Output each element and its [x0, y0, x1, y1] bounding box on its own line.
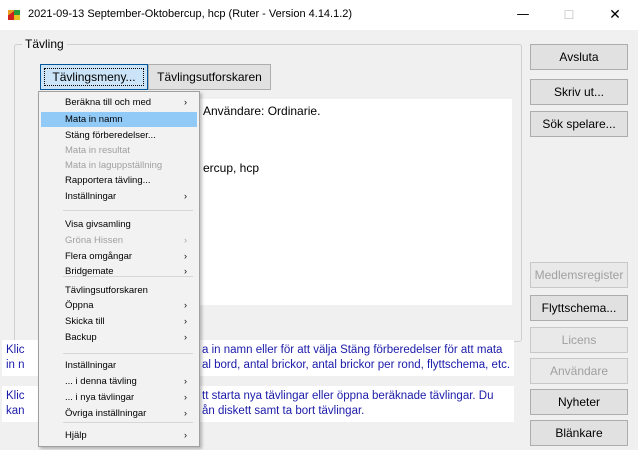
submenu-arrow-icon: › — [184, 266, 187, 276]
submenu-arrow-icon: › — [184, 300, 187, 310]
help-2-right-2: ån diskett samt ta bort tävlingar. — [202, 405, 365, 417]
help-1-left-2: in n — [6, 359, 25, 371]
competition-dropdown-menu: Beräkna till och med › Mata in namn Stäng f… — [38, 91, 200, 447]
search-player-button[interactable]: Sök spelare... — [530, 111, 628, 137]
menu-item-label: Gröna Hissen — [65, 235, 124, 246]
help-1-right-1: a in namn eller för att välja Stäng förb… — [202, 344, 503, 356]
competition-explorer-button[interactable]: Tävlingsutforskaren — [148, 64, 271, 90]
submenu-arrow-icon: › — [184, 430, 187, 440]
menu-separator — [63, 353, 193, 354]
news-button[interactable]: Nyheter — [530, 389, 628, 415]
menu-item[interactable]: Hjälp › — [41, 428, 197, 443]
license-button[interactable]: Licens — [530, 327, 628, 353]
menu-item-label: Skicka till — [65, 316, 105, 327]
submenu-arrow-icon: › — [184, 97, 187, 107]
help-1-right-2: al bord, antal brickor, antal brickor pe… — [202, 359, 511, 371]
competition-menu-label: Tävlingsmeny... — [52, 70, 136, 84]
menu-item-label: Öppna — [65, 300, 94, 311]
minimize-icon[interactable]: — — [500, 0, 546, 30]
menu-item[interactable]: Gröna Hissen › — [41, 233, 197, 248]
competition-explorer-label: Tävlingsutforskaren — [157, 70, 262, 84]
menu-item-label: Mata in namn — [65, 114, 123, 125]
maximize-icon[interactable]: ☐ — [546, 0, 592, 30]
submenu-arrow-icon: › — [184, 191, 187, 201]
competition-name-text: ercup, hcp — [203, 161, 260, 175]
print-button[interactable]: Skriv ut... — [530, 79, 628, 105]
news-label: Nyheter — [557, 395, 601, 409]
menu-item[interactable]: Visa givsamling — [41, 217, 197, 232]
menu-item-label: ... i denna tävling — [65, 376, 137, 387]
help-1-left-1: Klic — [6, 344, 25, 356]
app-icon — [8, 10, 20, 20]
user-info-text: Användare: Ordinarie. — [203, 104, 321, 118]
submenu-arrow-icon: › — [184, 408, 187, 418]
submenu-arrow-icon: › — [184, 376, 187, 386]
menu-item-label: Mata in laguppställning — [65, 160, 163, 171]
blanks-button[interactable]: Blänkare — [530, 420, 628, 446]
menu-item[interactable]: Inställningar — [41, 358, 197, 373]
help-2-left-2: kan — [6, 405, 25, 417]
menu-item[interactable]: Stäng förberedelser... — [41, 128, 197, 143]
quit-button[interactable]: Avsluta — [530, 44, 628, 70]
menu-item-label: Backup — [65, 332, 97, 343]
menu-item[interactable]: Öppna › — [41, 298, 197, 313]
menu-item[interactable]: Mata in namn — [41, 112, 197, 127]
menu-item[interactable]: Skicka till › — [41, 314, 197, 329]
menu-item[interactable]: Rapportera tävling... — [41, 173, 197, 188]
movement-schedule-label: Flyttschema... — [541, 301, 617, 315]
search-player-label: Sök spelare... — [542, 117, 616, 131]
help-2-left-1: Klic — [6, 390, 25, 402]
competition-menu-button[interactable]: Tävlingsmeny... — [40, 64, 148, 90]
menu-item-label: Mata in resultat — [65, 145, 130, 156]
menu-item-label: Bridgemate — [65, 266, 114, 277]
users-button[interactable]: Användare — [530, 358, 628, 384]
menu-item[interactable]: Flera omgångar › — [41, 249, 197, 264]
menu-separator — [63, 422, 193, 423]
blanks-label: Blänkare — [555, 426, 603, 440]
menu-item-label: Visa givsamling — [65, 219, 131, 230]
menu-item-label: Övriga inställningar — [65, 408, 147, 419]
submenu-arrow-icon: › — [184, 332, 187, 342]
menu-item[interactable]: Övriga inställningar › — [41, 406, 197, 421]
help-2-right-1: tt starta nya tävlingar eller öppna berä… — [202, 390, 494, 402]
menu-item-label: Tävlingsutforskaren — [65, 285, 148, 296]
submenu-arrow-icon: › — [184, 235, 187, 245]
menu-item[interactable]: Inställningar › — [41, 189, 197, 204]
menu-item-label: ... i nya tävlingar — [65, 392, 135, 403]
menu-item-label: Rapportera tävling... — [65, 175, 151, 186]
menu-separator — [63, 210, 193, 211]
window-title: 2021-09-13 September-Oktobercup, hcp (Ru… — [28, 8, 353, 20]
close-icon[interactable]: ✕ — [592, 0, 638, 30]
member-registry-label: Medlemsregister — [534, 268, 624, 282]
submenu-arrow-icon: › — [184, 251, 187, 261]
menu-item-label: Inställningar — [65, 360, 117, 371]
menu-item[interactable]: Beräkna till och med › — [41, 95, 197, 110]
license-label: Licens — [561, 333, 597, 347]
menu-item[interactable]: Backup › — [41, 330, 197, 345]
menu-item[interactable]: Tävlingsutforskaren — [41, 283, 197, 298]
menu-item-label: Hjälp — [65, 430, 87, 441]
group-label: Tävling — [22, 37, 67, 51]
menu-item[interactable]: ... i nya tävlingar › — [41, 390, 197, 405]
submenu-arrow-icon: › — [184, 392, 187, 402]
menu-item-label: Flera omgångar — [65, 251, 133, 262]
menu-item[interactable]: ... i denna tävling › — [41, 374, 197, 389]
menu-item[interactable]: Mata in laguppställning — [41, 158, 197, 173]
quit-label: Avsluta — [559, 50, 599, 64]
submenu-arrow-icon: › — [184, 316, 187, 326]
movement-schedule-button[interactable]: Flyttschema... — [530, 295, 628, 321]
menu-item-label: Inställningar — [65, 191, 117, 202]
info-textbox: Användare: Ordinarie. ercup, hcp — [199, 99, 512, 305]
menu-item[interactable]: Mata in resultat — [41, 143, 197, 158]
member-registry-button[interactable]: Medlemsregister — [530, 262, 628, 288]
menu-item-label: Stäng förberedelser... — [65, 130, 156, 141]
print-label: Skriv ut... — [553, 85, 604, 99]
menu-item[interactable]: Bridgemate › — [41, 264, 197, 279]
users-label: Användare — [549, 364, 609, 378]
menu-item-label: Beräkna till och med — [65, 97, 152, 108]
title-bar: 2021-09-13 September-Oktobercup, hcp (Ru… — [0, 0, 638, 30]
